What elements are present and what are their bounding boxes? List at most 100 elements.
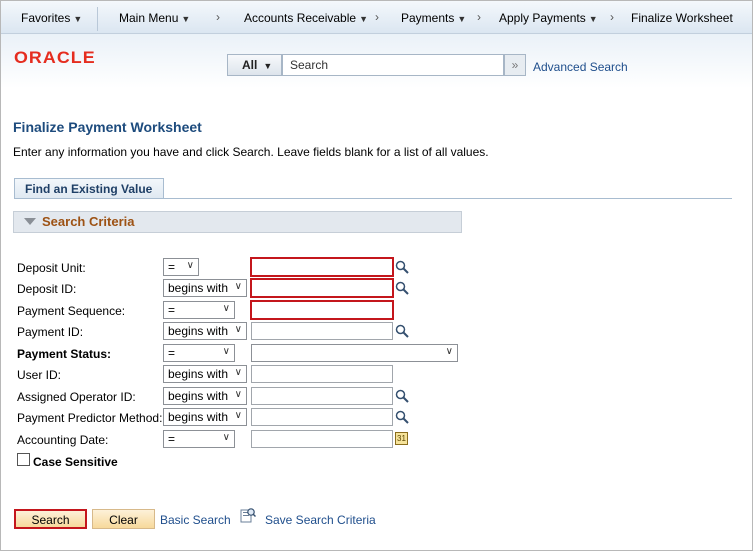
criteria-row-deposit-id: Deposit ID: begins with ∨	[17, 278, 477, 299]
breadcrumb-label: Payments	[401, 11, 455, 25]
assigned-operator-id-operator[interactable]: begins with ∨	[163, 387, 247, 405]
accounting-date-label: Accounting Date:	[17, 433, 109, 447]
breadcrumb-label: Accounts Receivable	[244, 11, 357, 25]
deposit-id-operator[interactable]: begins with ∨	[163, 279, 247, 297]
breadcrumb-apply-payments[interactable]: Apply Payments ▼	[499, 11, 598, 25]
operator-value: begins with	[168, 410, 229, 424]
clear-button[interactable]: Clear	[92, 509, 155, 529]
breadcrumb-finalize-worksheet[interactable]: Finalize Worksheet	[631, 11, 733, 25]
breadcrumb-separator: ›	[375, 10, 379, 24]
tab-find-existing-value[interactable]: Find an Existing Value	[14, 178, 164, 199]
breadcrumb-payments[interactable]: Payments ▼	[401, 11, 466, 25]
search-criteria-label: Search Criteria	[42, 214, 135, 229]
breadcrumb-label: Finalize Worksheet	[631, 11, 733, 25]
page-instructions: Enter any information you have and click…	[13, 145, 489, 159]
lookup-icon[interactable]	[395, 281, 409, 295]
deposit-unit-label: Deposit Unit:	[17, 261, 86, 275]
deposit-id-input[interactable]	[250, 278, 394, 298]
caret-down-icon: ▼	[457, 14, 467, 24]
assigned-operator-id-input[interactable]	[251, 387, 393, 405]
caret-down-icon: ▼	[588, 14, 598, 24]
payment-predictor-method-operator[interactable]: begins with ∨	[163, 408, 247, 426]
accounting-date-operator[interactable]: = ∨	[163, 430, 235, 448]
search-scope-dropdown[interactable]: All ▼	[227, 54, 282, 76]
criteria-row-payment-sequence: Payment Sequence: = ∨	[17, 300, 477, 321]
criteria-row-payment-status: Payment Status: = ∨ ∨	[17, 344, 477, 364]
payment-sequence-operator[interactable]: = ∨	[163, 301, 235, 319]
payment-status-select[interactable]: ∨	[251, 344, 458, 362]
payment-predictor-method-label: Payment Predictor Method:	[17, 411, 163, 425]
double-chevron-icon[interactable]: »	[504, 54, 526, 76]
deposit-unit-input[interactable]	[250, 257, 394, 277]
operator-value: =	[168, 432, 176, 446]
chevron-down-icon: ∨	[234, 281, 242, 292]
favorites-label: Favorites	[21, 11, 71, 25]
lookup-icon[interactable]	[395, 410, 409, 424]
payment-status-label: Payment Status:	[17, 347, 112, 361]
operator-value: begins with	[168, 281, 229, 295]
search-button[interactable]: Search	[14, 509, 87, 529]
operator-value: begins with	[168, 367, 229, 381]
advanced-search-link[interactable]: Advanced Search	[533, 60, 628, 74]
search-criteria-header[interactable]: Search Criteria	[13, 211, 462, 233]
operator-value: =	[168, 346, 176, 360]
chevron-down-icon: ∨	[234, 324, 242, 335]
operator-value: begins with	[168, 324, 229, 338]
basic-search-link[interactable]: Basic Search	[160, 513, 231, 527]
assigned-operator-id-label: Assigned Operator ID:	[17, 390, 136, 404]
criteria-row-accounting-date: Accounting Date: = ∨ 31	[17, 430, 477, 450]
accounting-date-input[interactable]	[251, 430, 393, 448]
criteria-row-deposit-unit: Deposit Unit: = ∨	[17, 257, 477, 278]
operator-value: begins with	[168, 389, 229, 403]
payment-id-input[interactable]	[251, 322, 393, 340]
chevron-down-icon: ∨	[222, 303, 230, 314]
payment-id-operator[interactable]: begins with ∨	[163, 322, 247, 340]
breadcrumb-label: Apply Payments	[499, 11, 586, 25]
breadcrumb-accounts-receivable[interactable]: Accounts Receivable ▼	[244, 11, 368, 25]
chevron-down-icon: ∨	[222, 346, 230, 357]
caret-down-icon: ▼	[73, 14, 83, 24]
page-title: Finalize Payment Worksheet	[13, 119, 202, 135]
chevron-down-icon: ∨	[445, 346, 453, 357]
favorites-menu[interactable]: Favorites ▼	[21, 11, 82, 25]
payment-sequence-label: Payment Sequence:	[17, 304, 126, 318]
oracle-logo: ORACLE	[14, 48, 96, 67]
caret-down-icon: ▼	[181, 14, 191, 24]
user-id-operator[interactable]: begins with ∨	[163, 365, 247, 383]
search-scope-label: All	[242, 58, 258, 72]
criteria-row-user-id: User ID: begins with ∨	[17, 365, 477, 385]
calendar-icon[interactable]: 31	[395, 432, 408, 445]
main-menu[interactable]: Main Menu ▼	[119, 11, 190, 25]
user-id-input[interactable]	[251, 365, 393, 383]
payment-sequence-input[interactable]	[250, 300, 394, 320]
caret-down-icon: ▼	[263, 61, 273, 71]
case-sensitive-checkbox[interactable]	[17, 453, 30, 466]
save-search-icon[interactable]	[240, 507, 256, 523]
chevron-down-icon: ∨	[222, 432, 230, 443]
search-input[interactable]: Search	[282, 54, 504, 76]
chevron-down-icon: ∨	[234, 367, 242, 378]
user-id-label: User ID:	[17, 368, 62, 382]
caret-down-icon: ▼	[359, 14, 368, 24]
lookup-icon[interactable]	[395, 389, 409, 403]
top-nav: Favorites ▼ Main Menu ▼ › Accounts Receiva…	[1, 1, 752, 34]
deposit-id-label: Deposit ID:	[17, 282, 77, 296]
lookup-icon[interactable]	[395, 324, 409, 338]
payment-status-operator[interactable]: = ∨	[163, 344, 235, 362]
tab-divider	[14, 198, 732, 199]
payment-predictor-method-input[interactable]	[251, 408, 393, 426]
operator-value: =	[168, 260, 176, 274]
criteria-row-assigned-operator-id: Assigned Operator ID: begins with ∨	[17, 387, 477, 407]
breadcrumb-separator: ›	[216, 10, 220, 24]
payment-id-label: Payment ID:	[17, 325, 84, 339]
operator-value: =	[168, 303, 176, 317]
header: ORACLE All ▼ Search » Advanced Search	[1, 34, 752, 88]
nav-divider	[97, 7, 98, 31]
chevron-down-icon: ∨	[186, 260, 194, 271]
chevron-down-icon: ∨	[234, 389, 242, 400]
lookup-icon[interactable]	[395, 260, 409, 274]
save-search-criteria-link[interactable]: Save Search Criteria	[265, 513, 376, 527]
criteria-row-payment-predictor-method: Payment Predictor Method: begins with ∨	[17, 408, 477, 428]
collapse-triangle-icon	[24, 218, 36, 225]
deposit-unit-operator[interactable]: = ∨	[163, 258, 199, 276]
